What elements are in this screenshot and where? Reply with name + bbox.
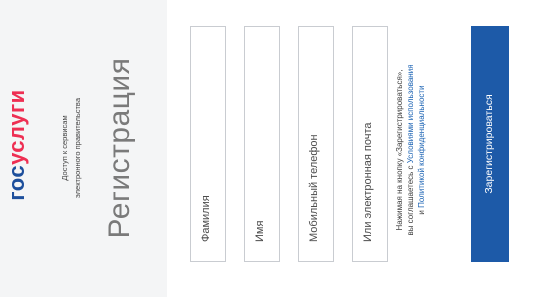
privacy-link[interactable]: Политикой конфиденциальности [417,85,426,207]
firstname-placeholder: Имя [254,220,266,242]
tagline-line-1: Доступ к сервисам [60,115,69,181]
brand-tagline: Доступ к сервисам электронного правитель… [58,68,84,228]
brand-panel: госуслуги Доступ к сервисам электронного… [0,0,167,297]
terms-link[interactable]: Условиями использования [406,64,415,163]
consent-text: Нажимая на кнопку «Зарегистрироваться», … [394,40,434,260]
firstname-field[interactable]: Имя [244,26,280,262]
registration-page: госуслуги Доступ к сервисам электронного… [0,0,540,297]
phone-placeholder: Мобильный телефон [308,134,320,242]
page-title: Регистрация [103,57,136,239]
lastname-placeholder: Фамилия [200,195,212,242]
logo-part-uslugi: услуги [4,89,29,165]
tagline-line-2: электронного правительства [73,97,82,199]
consent-line-1: Нажимая на кнопку «Зарегистрироваться», [395,69,404,231]
email-field[interactable]: Или электронная почта [352,26,388,262]
email-placeholder: Или электронная почта [362,122,374,242]
phone-field[interactable]: Мобильный телефон [298,26,334,262]
logo-part-gos: гос [4,164,29,201]
register-button-label: Зарегистрироваться [483,94,495,194]
gosuslugi-logo[interactable]: госуслуги [4,65,30,225]
lastname-field[interactable]: Фамилия [190,26,226,262]
consent-line-2-prefix: вы соглашаетесь с [406,163,415,236]
consent-line-3-prefix: и [417,207,426,215]
register-button[interactable]: Зарегистрироваться [471,26,509,262]
